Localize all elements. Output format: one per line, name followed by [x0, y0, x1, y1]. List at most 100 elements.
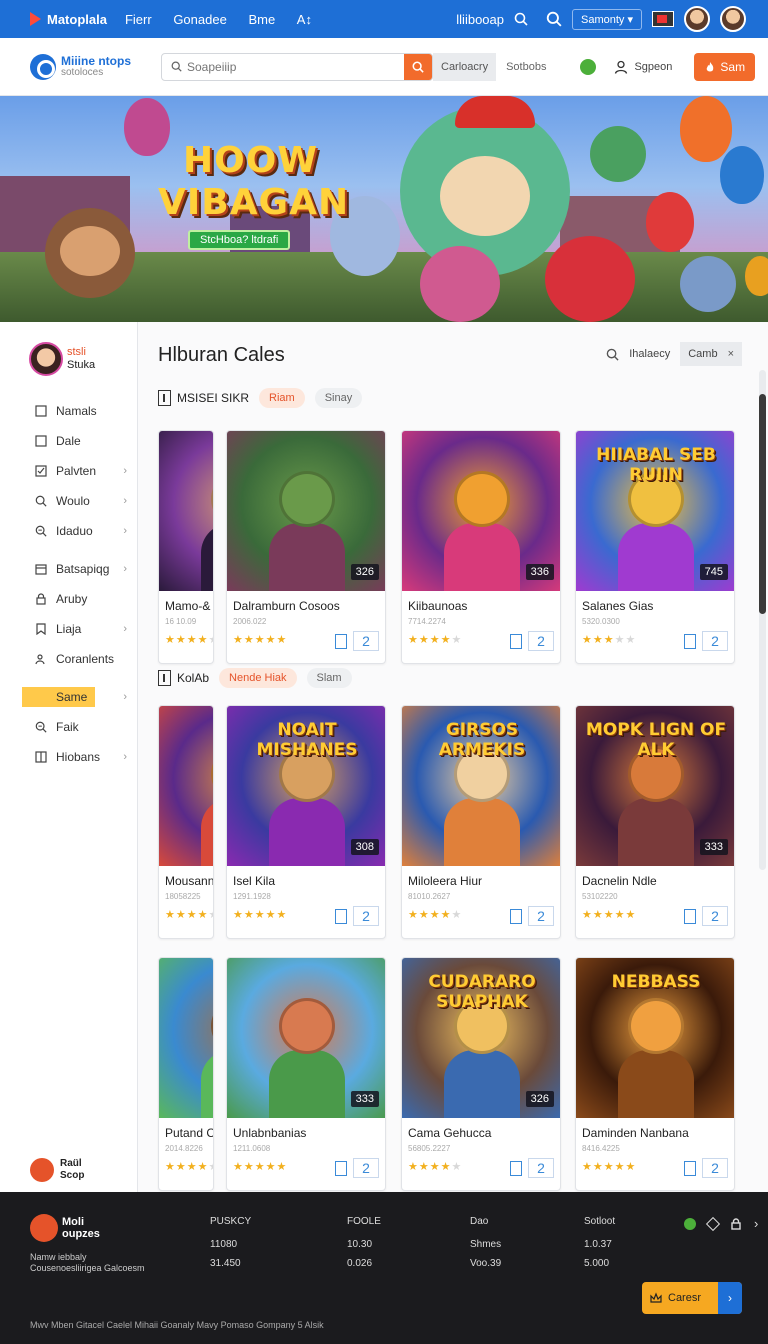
sidebar-item-idaduo[interactable]: Idaduo › [0, 516, 137, 546]
tag-filter-active[interactable]: Riam [259, 388, 305, 408]
sidebar-item-batsapiqg[interactable]: Batsapiqg › [0, 554, 137, 584]
search-input[interactable] [187, 59, 404, 74]
search-icon[interactable] [546, 11, 562, 27]
bookmark-icon[interactable] [684, 908, 696, 924]
footer-link[interactable]: Shmes [470, 1239, 501, 1250]
nav-link-1[interactable]: Fierr [125, 12, 152, 27]
tag-filter[interactable]: Slam [306, 668, 352, 688]
sidebar-item-liaja[interactable]: Liaja › [0, 614, 137, 644]
game-title[interactable]: Miloleera Hiur [408, 874, 482, 888]
sidebar-item-hiobans[interactable]: Hiobans › [0, 742, 137, 772]
game-thumbnail[interactable] [159, 431, 213, 591]
game-title[interactable]: Mamo-& [165, 599, 210, 613]
game-title[interactable]: Unlabnbanias [233, 1126, 306, 1140]
sidebar-item-coranlents[interactable]: Coranlents [0, 644, 137, 674]
scrollbar-thumb[interactable] [759, 394, 766, 614]
count-button[interactable]: 2 [702, 906, 728, 926]
game-card[interactable]: 326 Dalramburn Cosoos 2006.022 ★★★★★ 2 [226, 430, 386, 664]
footer-link[interactable]: 5.000 [584, 1258, 615, 1269]
user-profile[interactable]: stsli Stuka [29, 342, 137, 376]
chevron-right-icon[interactable]: › [754, 1216, 758, 1231]
avatar[interactable] [684, 6, 710, 32]
game-card[interactable]: HIIABAL SEB RUIIN 745 Salanes Gias 5320.030… [575, 430, 735, 664]
hero-cta-button[interactable]: StcHboa? ltdrafi [188, 230, 291, 250]
sidebar-item-palvten[interactable]: Palvten › [0, 456, 137, 486]
game-card[interactable]: Putand C2014.8226★★★★★ [158, 957, 214, 1191]
flag-icon[interactable] [652, 11, 674, 27]
sidebar-item-same[interactable]: Same › [0, 682, 137, 712]
game-title[interactable]: Isel Kila [233, 874, 275, 888]
game-card[interactable]: Mamo-&16 10.09★★★★★ [158, 430, 214, 664]
footer-link[interactable]: Voo.39 [470, 1258, 501, 1269]
bookmark-icon[interactable] [510, 1160, 522, 1176]
sidebar-item-faik[interactable]: Faik [0, 712, 137, 742]
footer-link[interactable]: 0.026 [347, 1258, 381, 1269]
game-title[interactable]: Cama Gehucca [408, 1126, 491, 1140]
bookmark-icon[interactable] [335, 633, 347, 649]
game-card[interactable]: NEBBASS Daminden Nanbana 8416.4225 ★★★★★ 2 [575, 957, 735, 1191]
search-icon[interactable] [514, 12, 528, 26]
footer-logo[interactable]: Moli oupzes [30, 1214, 100, 1242]
game-thumbnail[interactable] [159, 958, 213, 1118]
game-title[interactable]: Mousann [165, 874, 213, 888]
count-button[interactable]: 2 [528, 631, 554, 651]
hero-banner[interactable]: HOOW VIBAGAN StcHboa? ltdrafi [0, 96, 768, 322]
bookmark-icon[interactable] [684, 633, 696, 649]
bookmark-icon[interactable] [335, 1160, 347, 1176]
footer-link[interactable]: 11080 [210, 1239, 251, 1250]
game-title[interactable]: Kiibaunoas [408, 599, 467, 613]
bookmark-icon[interactable] [510, 908, 522, 924]
count-button[interactable]: 2 [702, 1158, 728, 1178]
sidebar-item-aruby[interactable]: Aruby [0, 584, 137, 614]
filter-chip[interactable]: Camb × [680, 342, 742, 366]
bookmark-icon[interactable] [684, 1160, 696, 1176]
site-logo[interactable]: Miiine ntops sotoloces [30, 53, 131, 80]
game-card[interactable]: GIRSOS ARMEKIS Miloleera Hiur 81010.2627 ★★… [401, 705, 561, 939]
sidebar-footer-logo[interactable]: Raül Scop [30, 1158, 84, 1182]
region-select[interactable]: Samonty ▾ [571, 8, 642, 30]
sidebar-item-namals[interactable]: Namals [0, 396, 137, 426]
count-button[interactable]: 2 [702, 631, 728, 651]
game-card[interactable]: MOPK LIGN OF ALK 333 Dacnelin Ndle 53102220… [575, 705, 735, 939]
count-button[interactable]: 2 [353, 631, 379, 651]
start-button[interactable]: Sam [694, 52, 756, 81]
close-icon[interactable]: × [728, 348, 734, 360]
tag-filter-active[interactable]: Nende Hiak [219, 668, 297, 688]
status-online-icon[interactable] [684, 1217, 696, 1230]
game-title[interactable]: Putand C [165, 1126, 213, 1140]
nav-link-3[interactable]: Bme [248, 12, 275, 27]
count-button[interactable]: 2 [353, 906, 379, 926]
game-card[interactable]: Mousann18058225★★★★★ [158, 705, 214, 939]
sidebar-item-woulo[interactable]: Woulo › [0, 486, 137, 516]
bookmark-icon[interactable] [335, 908, 347, 924]
brand[interactable]: Matoplala [30, 12, 107, 27]
account-link[interactable]: lliibooap [456, 12, 504, 27]
footer-link[interactable]: 1.0.37 [584, 1239, 615, 1250]
category-button[interactable]: Carloacry [433, 52, 497, 81]
careers-button[interactable]: Caresr › [642, 1282, 742, 1314]
game-title[interactable]: Dacnelin Ndle [582, 874, 657, 888]
game-card[interactable]: 336 Kiibaunoas 7714.2274 ★★★★★ 2 [401, 430, 561, 664]
count-button[interactable]: 2 [528, 1158, 554, 1178]
game-card[interactable]: CUDARARO SUAPHAK 326 Cama Gehucca 56805.222… [401, 957, 561, 1191]
lock-icon[interactable] [730, 1217, 742, 1230]
game-title[interactable]: Dalramburn Cosoos [233, 599, 340, 613]
filter-label[interactable]: Ihalaecy [629, 348, 670, 360]
nav-link-language[interactable]: A↕ [297, 12, 312, 27]
game-card[interactable]: 333 Unlabnbanias 1211.0608 ★★★★★ 2 [226, 957, 386, 1191]
footer-link[interactable]: 10.30 [347, 1239, 381, 1250]
avatar[interactable] [720, 6, 746, 32]
game-thumbnail[interactable]: GIRSOS ARMEKIS [402, 706, 560, 866]
game-thumbnail[interactable] [159, 706, 213, 866]
signin-link[interactable]: Sgpeon [614, 60, 672, 74]
game-title[interactable]: Daminden Nanbana [582, 1126, 689, 1140]
bookmark-icon[interactable] [510, 633, 522, 649]
search-button[interactable] [404, 53, 432, 80]
diamond-icon[interactable] [705, 1216, 721, 1231]
game-title[interactable]: Salanes Gias [582, 599, 653, 613]
sidebar-item-dale[interactable]: Dale [0, 426, 137, 456]
game-thumbnail[interactable]: NEBBASS [576, 958, 734, 1118]
header-link[interactable]: Sotbobs [506, 61, 546, 73]
nav-link-2[interactable]: Gonadee [173, 12, 227, 27]
count-button[interactable]: 2 [353, 1158, 379, 1178]
